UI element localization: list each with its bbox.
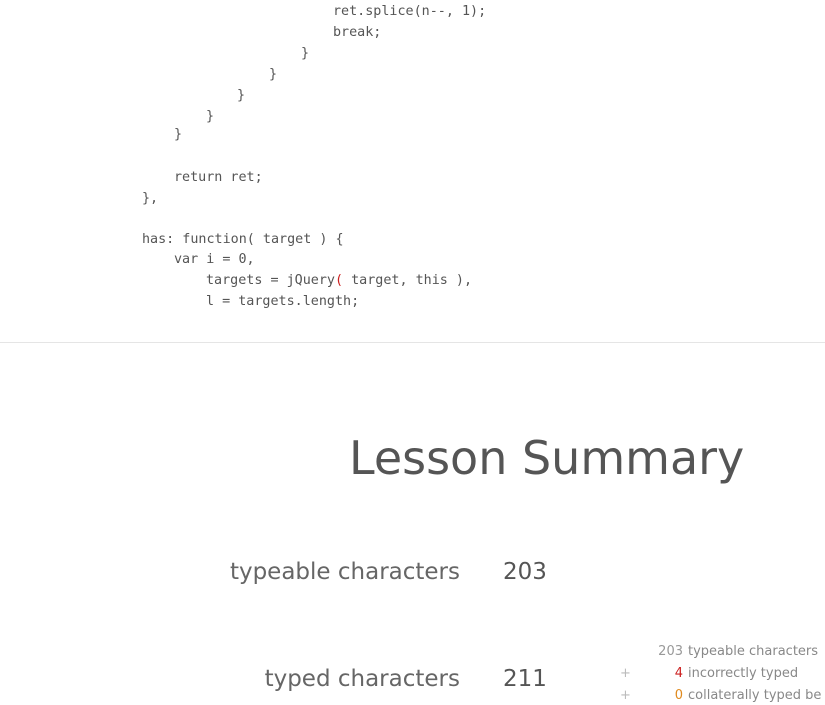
stat-value: 211 [503,666,547,692]
stat-label: typeable characters [229,559,460,585]
code-untyped-segment: target, this ), [343,273,473,288]
breakdown-row: + 0 collaterally typed be [610,686,825,705]
code-line: has: function( target ) { [142,232,344,247]
code-line-current: targets = jQuery( target, this ), [206,271,472,291]
code-line: var i = 0, [174,252,255,267]
code-line: }, [142,191,159,206]
code-line: return ret; [174,170,263,185]
breakdown-label: typeable characters [688,644,819,659]
code-line: } [206,109,215,124]
section-divider [0,342,825,343]
code-line: } [237,88,246,103]
breakdown-value: 0 [674,688,683,703]
stat-label: typed characters [264,666,460,692]
breakdown-operator: + [620,666,631,681]
breakdown-label: incorrectly typed [688,666,799,681]
code-typed-segment: targets = jQuery [206,273,335,288]
breakdown-value: 203 [658,644,683,659]
stat-value: 203 [503,559,547,585]
code-line: break; [333,25,382,40]
code-line: } [269,67,278,82]
code-area: ret.splice(n--, 1); break; } } } } } ret… [0,0,825,342]
breakdown-row: + 4 incorrectly typed [610,664,825,684]
typing-error-cursor: ( [335,273,344,288]
breakdown-operator: + [620,688,631,703]
breakdown-row: 203 typeable characters [610,642,825,662]
typed-breakdown: 203 typeable characters + 4 incorrectly … [610,642,825,705]
code-line: } [301,46,310,61]
code-line: ret.splice(n--, 1); [333,4,487,19]
code-line: l = targets.length; [206,294,360,309]
code-line: } [174,127,183,142]
breakdown-label: collaterally typed be [688,688,822,703]
page-title: Lesson Summary [349,431,745,485]
breakdown-value: 4 [674,666,683,681]
